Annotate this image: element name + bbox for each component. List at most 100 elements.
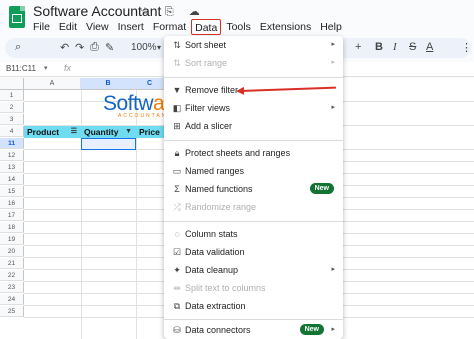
menu-item-named-functions[interactable]: Σ Named functions New [164,180,343,198]
row-header[interactable]: 19 [0,234,24,245]
row-header[interactable]: 24 [0,294,24,305]
row-header[interactable]: 18 [0,222,24,233]
row-header[interactable]: 17 [0,210,24,221]
row-header[interactable]: 25 [0,306,24,317]
randomize-icon: ⤮ [173,202,181,212]
search-icon[interactable]: ⌕ [15,41,21,54]
menu-help[interactable]: Help [320,19,342,35]
column-header-a[interactable]: A [24,78,81,90]
undo-icon[interactable]: ↶ [60,41,69,54]
fx-icon: fx [64,63,72,73]
chevron-right-icon: ▸ [331,104,335,111]
menu-divider [164,77,343,78]
annotation-arrow-head-icon [235,86,245,96]
title-icons[interactable]: ☆ ⎘ ☁ [140,5,206,19]
data-menu-dropdown: ⇅ Sort sheet ▸ ⇅ Sort range ▸ ▼ Remove f… [164,36,343,339]
menu-extensions[interactable]: Extensions [260,19,311,35]
row-header[interactable]: 21 [0,258,24,269]
header-cell-quantity[interactable]: Quantity ▼ [81,126,136,138]
sheets-logo-icon[interactable] [9,6,25,28]
row-header[interactable]: 14 [0,174,24,185]
zoom-chevron-icon[interactable]: ▾ [157,43,161,52]
new-badge: New [309,183,334,194]
cleanup-icon: ✦ [173,265,181,275]
menu-divider [164,319,343,320]
row-header[interactable]: 3 [0,114,24,125]
column-header-c[interactable]: C [136,78,164,90]
row-header[interactable]: 11 [0,138,24,149]
strikethrough-icon[interactable]: S [409,41,416,53]
chevron-right-icon: ▸ [331,41,335,48]
row-header[interactable]: 1 [0,90,24,101]
row-header[interactable]: 20 [0,246,24,257]
print-icon[interactable]: ⎙ [90,41,99,54]
menu-item-data-extraction[interactable]: ⧉ Data extraction [164,297,343,315]
column-header-b[interactable]: B [81,78,136,90]
database-icon: ⛁ [173,325,181,335]
italic-icon[interactable]: I [393,41,397,53]
menu-item-named-ranges[interactable]: ▭ Named ranges [164,162,343,180]
zoom-dropdown[interactable]: 100% [131,42,157,53]
header-cell-product[interactable]: Product ☰ [24,126,81,138]
validation-icon: ☑ [172,247,182,257]
row-header[interactable]: 23 [0,282,24,293]
app-header: Software Accountant ☆ ⎘ ☁ File Edit View… [0,0,474,38]
menu-item-sort-range: ⇅ Sort range ▸ [173,58,335,68]
menu-item-add-slicer[interactable]: ⊞ Add a slicer [164,117,343,135]
menu-tools[interactable]: Tools [226,19,251,35]
sort-icon: ⇅ [173,40,181,50]
filter-icon: ▼ [172,85,182,95]
new-badge: New [299,324,324,335]
selected-range[interactable] [81,138,136,150]
menu-data[interactable]: Data [191,19,222,35]
menu-item-data-validation[interactable]: ☑ Data validation [164,243,343,261]
menu-item-column-stats[interactable]: ◌ Column stats [164,225,343,243]
filter-views-icon: ◧ [172,103,182,113]
chevron-right-icon: ▸ [331,59,335,66]
text-color-icon[interactable]: A [426,41,433,53]
extraction-icon: ⧉ [173,301,181,311]
more-icon[interactable]: ⋮ [461,41,472,54]
paint-format-icon[interactable]: ✎ [105,41,114,54]
menu-format[interactable]: Format [153,19,186,35]
row-header[interactable]: 22 [0,270,24,281]
menu-edit[interactable]: Edit [59,19,77,35]
lightbulb-icon: ◌ [174,229,180,239]
chevron-right-icon: ▸ [331,266,335,273]
select-all-corner[interactable] [0,78,24,90]
menu-item-randomize-range: ⤮ Randomize range [173,202,257,212]
menu-item-sort-sheet[interactable]: ⇅ Sort sheet ▸ [164,36,343,54]
sigma-icon: Σ [174,184,180,194]
row-header[interactable]: 13 [0,162,24,173]
row-header[interactable]: 12 [0,150,24,161]
row-header[interactable]: 15 [0,186,24,197]
filter-active-icon[interactable]: ▼ [125,126,132,138]
chevron-right-icon: ▸ [331,326,335,333]
filter-button-icon[interactable]: ☰ [71,126,77,138]
menu-item-split-text: ⇹ Split text to columns [173,283,266,293]
menu-file[interactable]: File [33,19,50,35]
named-ranges-icon: ▭ [172,166,182,176]
split-icon: ⇹ [173,283,181,293]
menu-bar: File Edit View Insert Format Data Tools … [33,19,342,35]
lock-icon: 🔒︎ [174,148,180,158]
name-box[interactable]: B11:C11 [6,64,36,73]
row-header[interactable]: 4 [0,126,24,137]
header-cell-price[interactable]: Price [136,126,164,138]
menu-view[interactable]: View [86,19,109,35]
menu-divider [164,221,343,222]
bold-icon[interactable]: B [375,41,383,53]
sort-range-icon: ⇅ [173,58,181,68]
name-box-chevron-icon[interactable]: ▾ [44,64,48,72]
menu-item-protect-sheets[interactable]: 🔒︎ Protect sheets and ranges [164,144,343,162]
menu-item-data-cleanup[interactable]: ✦ Data cleanup ▸ [164,261,343,279]
menu-divider [164,140,343,141]
row-header[interactable]: 2 [0,102,24,113]
menu-item-data-connectors[interactable]: ⛁ Data connectors New ▸ [164,321,343,339]
menu-item-filter-views[interactable]: ◧ Filter views ▸ [164,99,343,117]
row-header[interactable]: 16 [0,198,24,209]
slicer-icon: ⊞ [173,121,181,131]
menu-insert[interactable]: Insert [118,19,144,35]
font-size-plus-icon[interactable]: + [355,41,361,53]
redo-icon[interactable]: ↷ [75,41,84,54]
